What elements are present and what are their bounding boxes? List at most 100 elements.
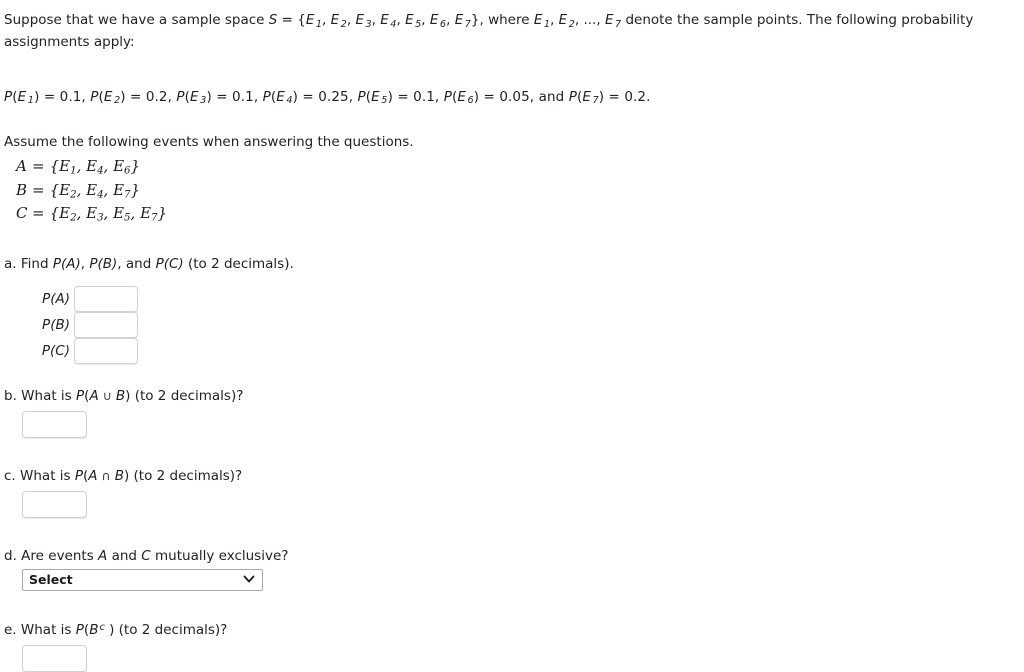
question-d-set-2: C xyxy=(141,548,151,565)
label-p-c-text: P xyxy=(41,343,51,360)
label-p-a-text: P xyxy=(42,291,51,308)
question-c-P: P xyxy=(74,468,84,485)
question-c-left-set: A xyxy=(88,468,98,485)
input-p-b[interactable] xyxy=(74,312,138,339)
event-name-A: A xyxy=(16,157,27,176)
intro-E-list-2: E xyxy=(558,12,568,28)
question-c-answer-wrap xyxy=(22,491,1024,519)
question-b-answer-wrap xyxy=(22,411,1024,439)
prob-E-3: E xyxy=(190,88,199,105)
prob-P-3: P xyxy=(176,88,185,105)
question-d-marker: d. xyxy=(4,548,17,565)
prob-value-3: 0.1 xyxy=(232,88,254,105)
question-a-prefix: Find xyxy=(20,256,53,273)
prob-index-5: 5 xyxy=(381,95,388,107)
sample-point-E-5: E xyxy=(405,12,414,28)
question-d-select-wrap: Select xyxy=(22,569,263,592)
question-a-marker: a. xyxy=(4,256,17,273)
event-C-el-2: 3 xyxy=(97,212,104,224)
prob-P-6: P xyxy=(443,88,452,105)
prob-and-word: and xyxy=(538,88,565,105)
answer-row-pb: P(B) xyxy=(22,312,1024,339)
prob-index-6: 6 xyxy=(467,95,474,107)
question-a-answer-group: P(A) P(B) P(C) xyxy=(22,286,1024,365)
intro-ellipsis: ..., xyxy=(583,12,601,28)
input-answer-e[interactable] xyxy=(22,645,87,672)
sample-point-E-7: E xyxy=(454,12,464,28)
question-b-P: P xyxy=(76,388,85,405)
event-definition-row-A: A = {E1, E4, E6} xyxy=(16,156,1024,179)
question-c-text: c. What is P(A ∩ B) (to 2 decimals)? xyxy=(4,438,1024,484)
sample-point-index-5: 5 xyxy=(415,18,422,30)
prob-value-4: 0.25 xyxy=(318,88,349,105)
intro-E-list-index-7: 7 xyxy=(614,18,622,30)
intersection-icon: ∩ xyxy=(101,468,111,484)
prob-index-3: 3 xyxy=(200,95,207,107)
input-p-a[interactable] xyxy=(74,286,138,313)
sample-point-index-1: 1 xyxy=(315,18,323,30)
question-a-term-1: P(A) xyxy=(52,256,81,273)
label-p-a: P(A) xyxy=(22,291,74,307)
input-answer-b[interactable] xyxy=(22,411,87,439)
intro-E-list-index-1: 1 xyxy=(543,18,551,30)
sample-point-E-2: E xyxy=(330,12,340,28)
prob-E-6: E xyxy=(457,88,466,105)
label-p-b-text: P xyxy=(42,317,51,334)
question-e-answer-wrap xyxy=(22,645,1024,672)
event-A-el-3: 6 xyxy=(124,165,131,177)
assume-events-line: Assume the following events when answeri… xyxy=(4,134,414,151)
prob-value-2: 0.2 xyxy=(145,88,168,105)
input-answer-c[interactable] xyxy=(22,491,87,519)
event-C-el-1: 2 xyxy=(70,212,77,224)
event-C-el-3: 5 xyxy=(124,212,131,224)
answer-row-pa: P(A) xyxy=(22,286,1024,313)
question-e-suffix: (to 2 decimals)? xyxy=(114,622,228,639)
question-d-conj: and xyxy=(107,548,142,565)
intro-paragraph: Suppose that we have a sample space S = … xyxy=(4,12,974,50)
event-A-el-1: 1 xyxy=(70,165,77,177)
question-a-joiner-2: , and xyxy=(117,256,156,273)
prob-value-1: 0.1 xyxy=(59,88,82,105)
label-p-b: P(B) xyxy=(22,317,74,333)
question-c-right-set: B xyxy=(114,468,124,485)
sample-point-index-7: 7 xyxy=(464,18,471,30)
prob-E-7: E xyxy=(582,88,591,105)
event-name-C: C xyxy=(16,204,28,223)
prob-P-2: P xyxy=(90,88,99,105)
event-equals-B: = xyxy=(32,180,45,199)
question-d-set-1: A xyxy=(98,548,108,565)
question-b-left-set: A xyxy=(89,388,99,405)
question-b-prefix: What is xyxy=(21,388,77,405)
event-B-el-3: 7 xyxy=(124,189,131,201)
prob-value-7: 0.2 xyxy=(624,88,647,105)
event-A-el-2: 4 xyxy=(97,165,104,177)
sample-point-E-4: E xyxy=(380,12,389,28)
question-e-P: P xyxy=(75,622,84,639)
probability-assignments-line: P(E 1) = 0.1, P(E 2) = 0.2, P(E 3) = 0.1, P… xyxy=(4,88,651,107)
label-p-c: P(C) xyxy=(22,343,74,359)
question-e-close: ) xyxy=(104,622,115,639)
question-d-suffix: mutually exclusive? xyxy=(150,548,289,565)
intro-equals-open: = { xyxy=(277,12,306,28)
label-p-a-arg: (A) xyxy=(50,291,70,308)
prob-value-6: 0.05 xyxy=(499,88,530,105)
question-e-marker: e. xyxy=(4,622,17,639)
input-p-c[interactable] xyxy=(74,338,138,365)
sample-point-index-3: 3 xyxy=(365,18,372,30)
label-p-b-arg: (B) xyxy=(50,317,70,334)
event-equals-A: = xyxy=(32,157,45,176)
question-b-right-set: B xyxy=(115,388,126,405)
intro-close-brace: }, where xyxy=(470,12,534,28)
sample-point-index-6: 6 xyxy=(439,18,447,30)
prob-P-5: P xyxy=(357,88,366,105)
event-definition-row-C: C = {E2, E3, E5, E7} xyxy=(16,203,1024,226)
event-C-el-4: 7 xyxy=(151,212,158,224)
select-mutually-exclusive[interactable]: Select xyxy=(22,569,263,592)
prob-E-5: E xyxy=(371,88,380,105)
prob-index-1: 1 xyxy=(27,95,35,107)
event-set-B: {E2, E4, E7} xyxy=(49,180,141,201)
question-d-prefix: Are events xyxy=(21,548,99,565)
prob-P-7: P xyxy=(568,88,577,105)
question-b-marker: b. xyxy=(4,388,17,405)
event-set-C: {E2, E3, E5, E7} xyxy=(49,204,168,224)
